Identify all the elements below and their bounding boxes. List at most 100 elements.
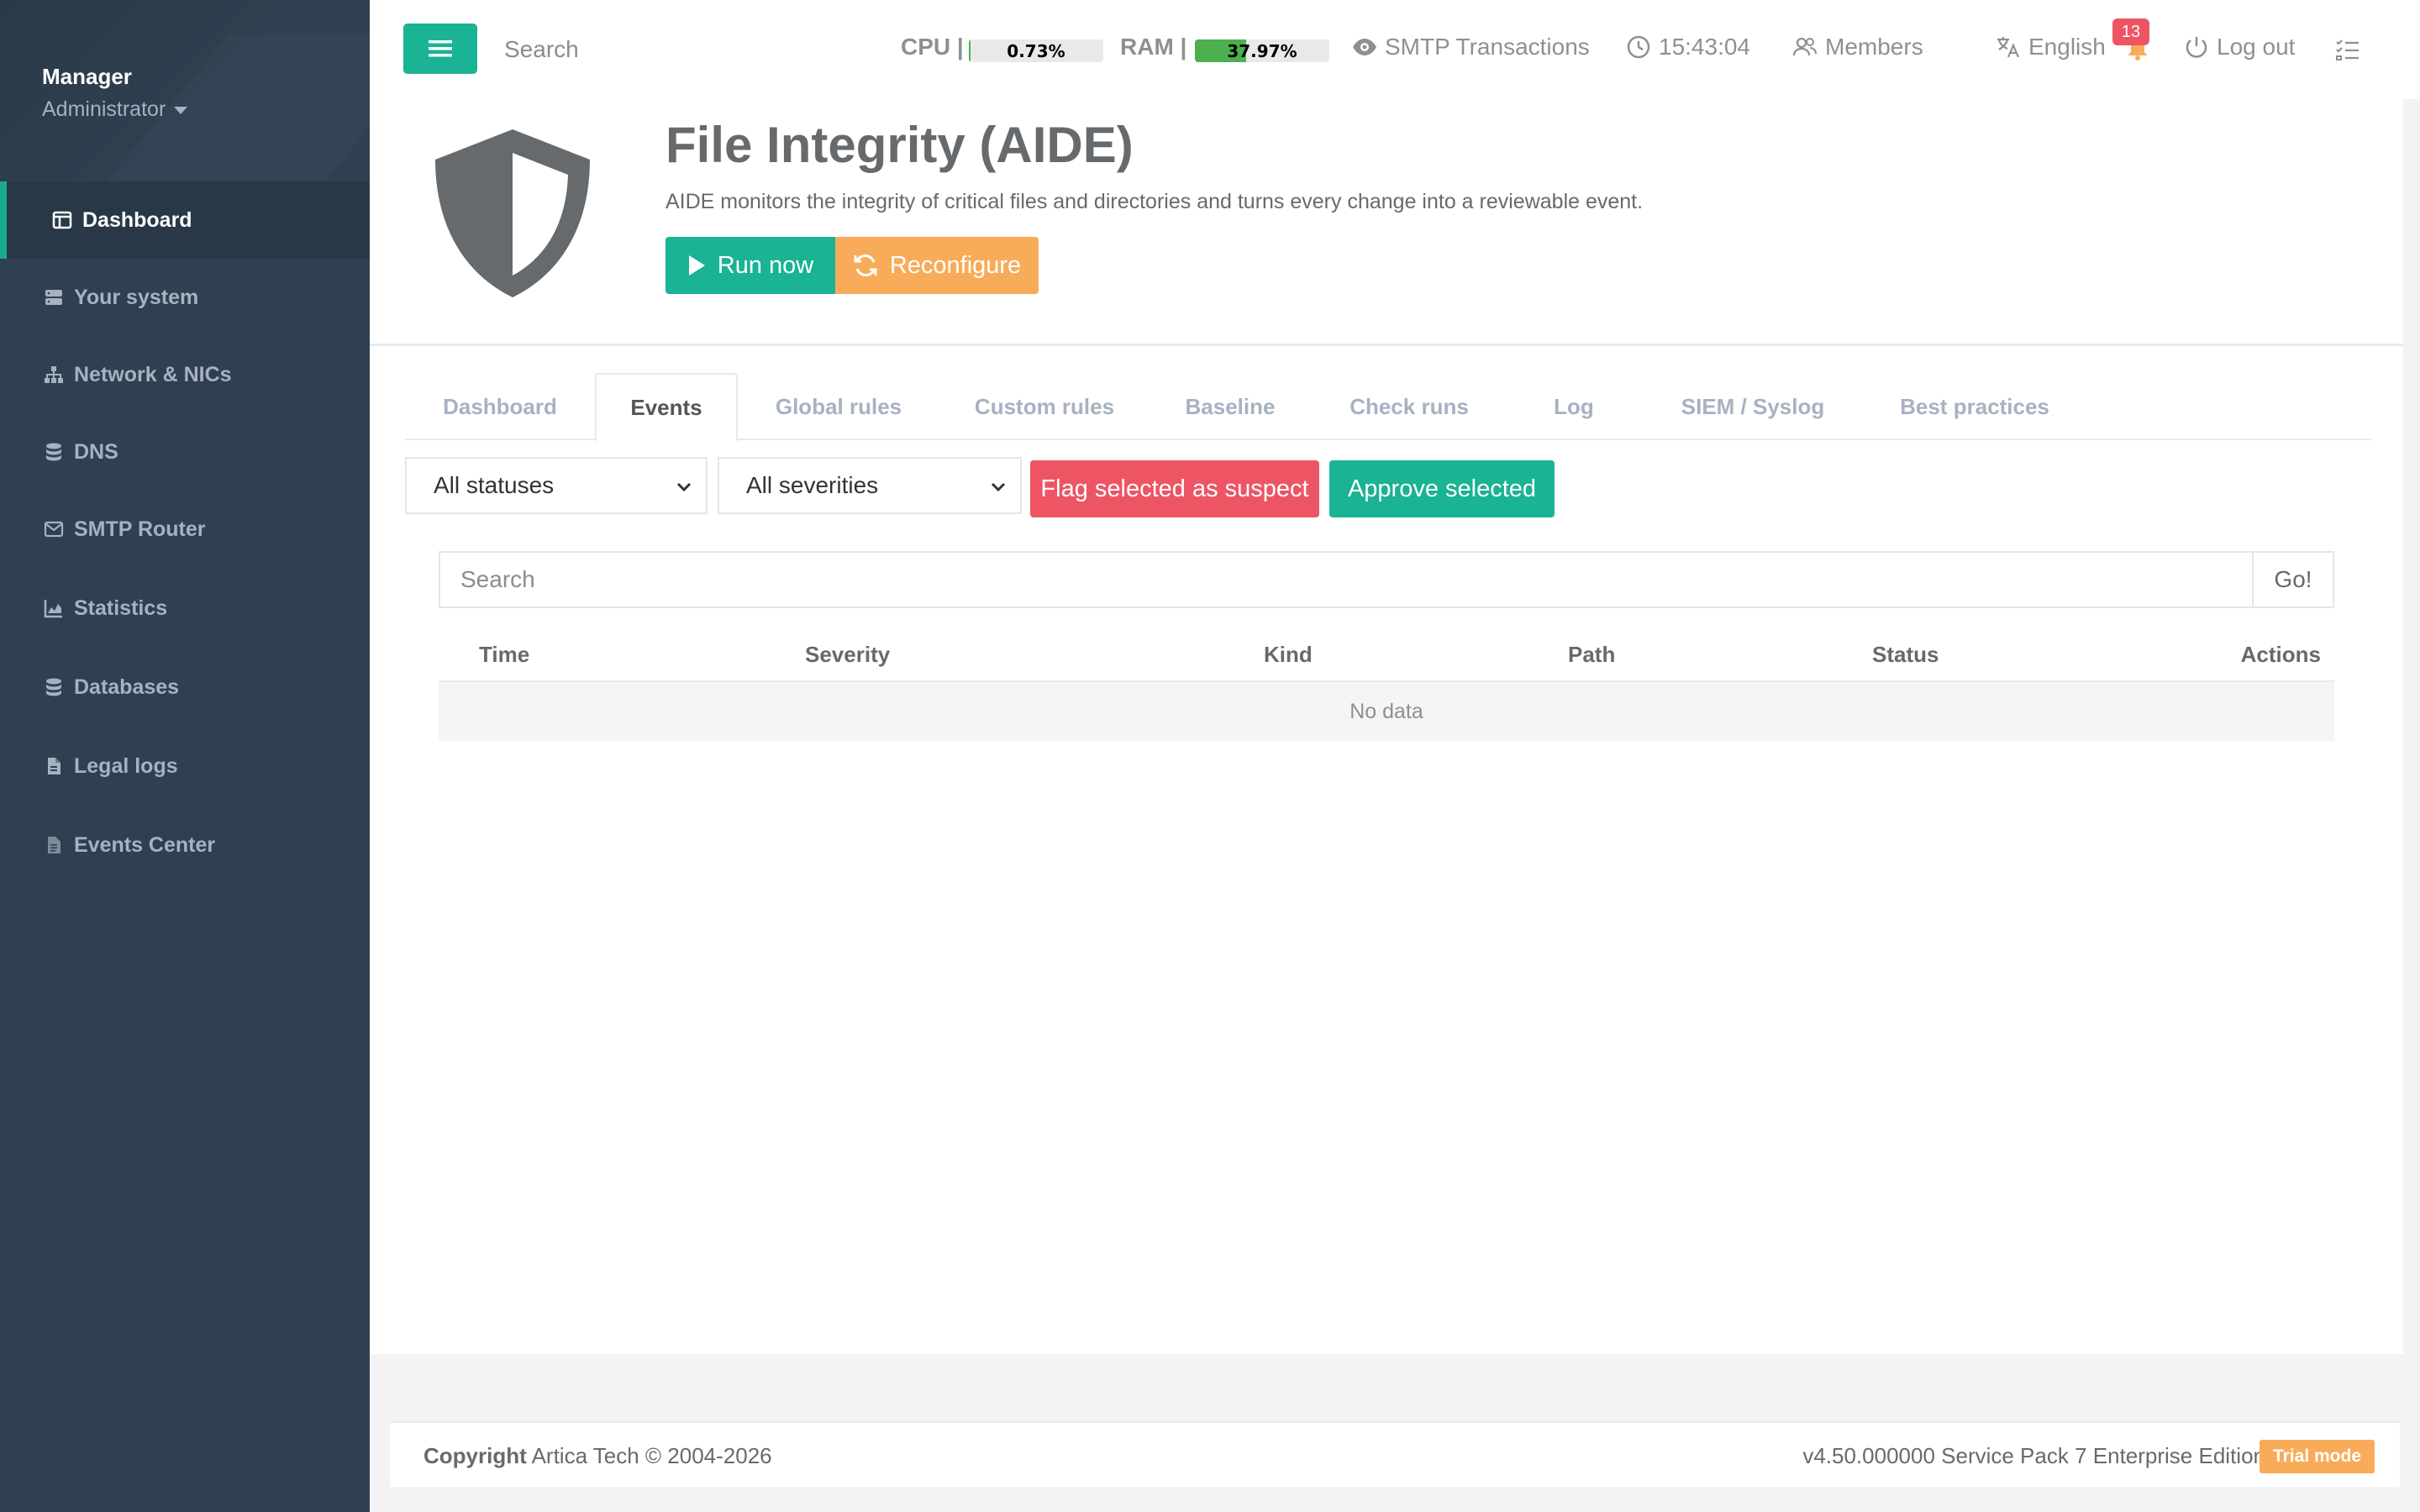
events-table: Time Severity Kind Path Status Actions N… xyxy=(439,623,2334,741)
ram-value: 37.97% xyxy=(1227,40,1297,61)
status-filter-value: All statuses xyxy=(434,472,555,498)
column-header-path[interactable]: Path xyxy=(1568,642,1615,668)
cpu-meter: 0.73% xyxy=(969,39,1103,62)
language-selector[interactable]: English xyxy=(1995,34,2106,60)
column-header-actions: Actions xyxy=(2240,642,2321,667)
server-icon xyxy=(45,290,62,305)
sidebar-item-smtp-router[interactable]: SMTP Router xyxy=(0,491,370,568)
sidebar-item-legal-logs[interactable]: Legal logs xyxy=(0,727,370,805)
profile-role-dropdown[interactable]: Administrator xyxy=(42,97,188,122)
logout-label: Log out xyxy=(2217,34,2296,60)
eye-icon xyxy=(1353,39,1376,55)
tab-log[interactable]: Log xyxy=(1507,373,1640,440)
sidebar-item-label: Network & NICs xyxy=(74,362,232,386)
profile-role-label: Administrator xyxy=(42,97,166,121)
dashboard-icon xyxy=(52,211,72,229)
clock-icon xyxy=(1627,35,1650,59)
refresh-icon xyxy=(854,255,877,276)
sidebar-item-label: Statistics xyxy=(74,596,168,620)
severity-filter-value: All severities xyxy=(746,472,879,498)
footer-copyright: Copyright Artica Tech © 2004-2026 xyxy=(424,1443,772,1469)
sidebar-item-label: SMTP Router xyxy=(74,517,206,541)
logout-link[interactable]: Log out xyxy=(2183,34,2295,60)
sidebar-item-label: Legal logs xyxy=(74,753,178,778)
task-list-button[interactable] xyxy=(2334,37,2361,68)
ram-label: RAM | xyxy=(1120,34,1187,60)
cpu-label: CPU | xyxy=(901,34,964,60)
footer-version: v4.50.000000 Service Pack 7 Enterprise E… xyxy=(1802,1443,2265,1468)
smtp-transactions-link[interactable]: SMTP Transactions xyxy=(1351,34,1590,60)
play-icon xyxy=(688,255,705,276)
ram-meter: 37.97% xyxy=(1195,39,1329,62)
trial-mode-badge: Trial mode xyxy=(2259,1440,2375,1473)
column-header-time[interactable]: Time xyxy=(479,642,529,668)
sidebar-item-label: Events Center xyxy=(74,832,216,857)
table-search-input[interactable] xyxy=(439,551,2254,608)
tab-bar: Dashboard Events Global rules Custom rul… xyxy=(405,373,2371,442)
sidebar-item-label: DNS xyxy=(74,439,118,464)
topbar: CPU | 0.73% RAM | 37.97% SMTP Transactio… xyxy=(370,0,2420,99)
column-header-severity[interactable]: Severity xyxy=(805,642,890,668)
reconfigure-label: Reconfigure xyxy=(889,251,1022,279)
document-icon xyxy=(48,837,60,853)
copyright-text: Artica Tech © 2004-2026 xyxy=(531,1443,772,1468)
notification-badge: 13 xyxy=(2112,18,2149,45)
users-icon xyxy=(1792,37,1817,56)
envelope-icon xyxy=(44,521,64,538)
severity-filter-select[interactable]: All severities xyxy=(718,457,1022,514)
sidebar-item-databases[interactable]: Databases xyxy=(0,648,370,726)
clock-time: 15:43:04 xyxy=(1659,34,1750,60)
flag-suspect-button[interactable]: Flag selected as suspect xyxy=(1030,460,1319,517)
power-icon xyxy=(2186,37,2207,58)
tab-dashboard[interactable]: Dashboard xyxy=(405,373,595,440)
chevron-down-icon xyxy=(991,482,1006,492)
sidebar-item-label: Your system xyxy=(74,285,199,309)
members-label: Members xyxy=(1825,34,1923,60)
approve-selected-button[interactable]: Approve selected xyxy=(1329,460,1555,517)
chart-icon xyxy=(44,600,62,618)
language-label: English xyxy=(2028,34,2106,60)
top-search-input[interactable] xyxy=(504,29,756,71)
members-link[interactable]: Members xyxy=(1791,34,1923,60)
tab-best-practices[interactable]: Best practices xyxy=(1865,373,2084,440)
caret-down-icon xyxy=(174,106,188,114)
hamburger-icon xyxy=(429,40,452,57)
column-header-status[interactable]: Status xyxy=(1872,642,1939,668)
shield-icon xyxy=(435,129,590,297)
sidebar-item-network[interactable]: Network & NICs xyxy=(0,336,370,413)
sidebar-item-dns[interactable]: DNS xyxy=(0,413,370,491)
run-now-label: Run now xyxy=(717,251,814,279)
sidebar-item-statistics[interactable]: Statistics xyxy=(0,570,370,647)
database-icon xyxy=(46,678,61,696)
tab-custom-rules[interactable]: Custom rules xyxy=(939,373,1150,440)
reconfigure-button[interactable]: Reconfigure xyxy=(835,237,1039,294)
sidebar: Manager Administrator Dashboard Your sys… xyxy=(0,0,370,1512)
tab-events[interactable]: Events xyxy=(595,373,738,442)
clock-display: 15:43:04 xyxy=(1625,34,1750,60)
run-now-button[interactable]: Run now xyxy=(666,237,835,294)
translate-icon xyxy=(1997,37,2020,58)
sidebar-item-your-system[interactable]: Your system xyxy=(0,259,370,336)
tab-baseline[interactable]: Baseline xyxy=(1150,373,1311,440)
status-filter-select[interactable]: All statuses xyxy=(405,457,708,514)
sitemap-icon xyxy=(45,366,63,383)
chevron-down-icon xyxy=(676,482,692,492)
page-header: File Integrity (AIDE) AIDE monitors the … xyxy=(370,99,2403,346)
table-empty-row: No data xyxy=(439,682,2334,741)
copyright-strong: Copyright xyxy=(424,1443,527,1468)
table-header: Time Severity Kind Path Status Actions xyxy=(439,623,2334,682)
sidebar-item-dashboard[interactable]: Dashboard xyxy=(0,181,370,259)
smtp-transactions-label: SMTP Transactions xyxy=(1385,34,1590,60)
menu-toggle-button[interactable] xyxy=(403,24,477,74)
go-button[interactable]: Go! xyxy=(2252,551,2334,608)
profile-name: Manager xyxy=(42,64,132,89)
tab-check-runs[interactable]: Check runs xyxy=(1311,373,1507,440)
tasks-icon xyxy=(2336,39,2359,60)
sidebar-item-events-center[interactable]: Events Center xyxy=(0,806,370,884)
column-header-kind[interactable]: Kind xyxy=(1264,642,1313,668)
page-description: AIDE monitors the integrity of critical … xyxy=(666,190,1644,213)
tab-siem-syslog[interactable]: SIEM / Syslog xyxy=(1640,373,1865,440)
file-icon xyxy=(48,758,60,774)
cpu-value: 0.73% xyxy=(1007,40,1065,61)
tab-global-rules[interactable]: Global rules xyxy=(738,373,939,440)
